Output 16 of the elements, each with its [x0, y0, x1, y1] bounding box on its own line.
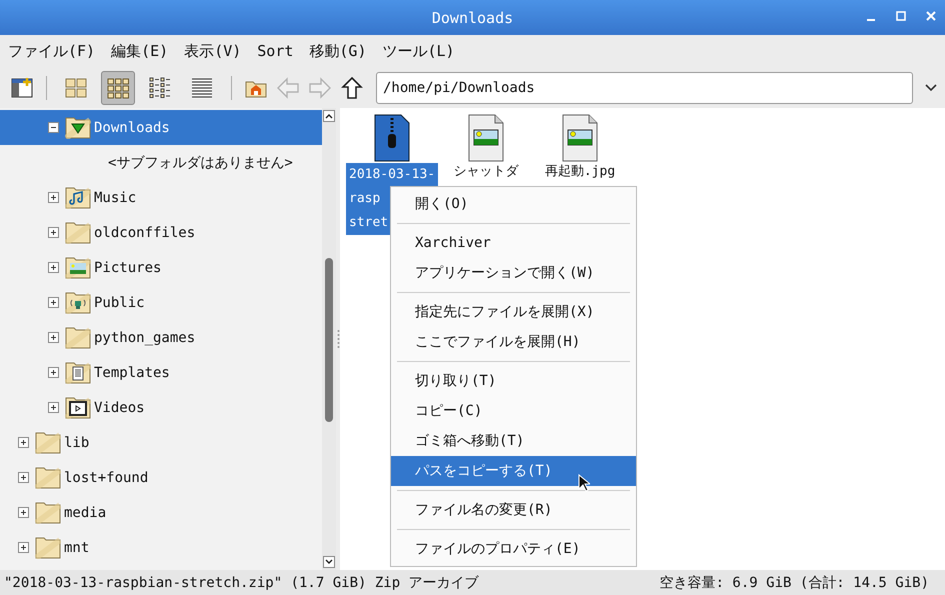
window-title: Downloads — [432, 8, 514, 26]
folder-name: Music — [94, 190, 136, 206]
folder-name: oldconffiles — [94, 224, 196, 240]
folder-name: Public — [94, 294, 145, 310]
folder-name: lost+found — [64, 470, 148, 486]
folder-name: lib — [64, 434, 90, 450]
folder-name: mnt — [64, 540, 90, 556]
folder-name: media — [64, 504, 106, 520]
folder-name: Downloads — [94, 120, 170, 136]
folder-name: Pictures — [94, 260, 162, 276]
free-space-info: 空き容量: 6.9 GiB (合計: 14.5 GiB) — [660, 574, 929, 592]
empty-folder-note: <サブフォルダはありません> — [108, 154, 293, 172]
folder-name: Videos — [94, 400, 145, 416]
folder-name: python_games — [94, 330, 196, 346]
selection-info: "2018-03-13-raspbian-stretch.zip" (1.7 GiB) Zip アーカイブ — [4, 574, 479, 592]
folder-name: Templates — [94, 364, 170, 380]
